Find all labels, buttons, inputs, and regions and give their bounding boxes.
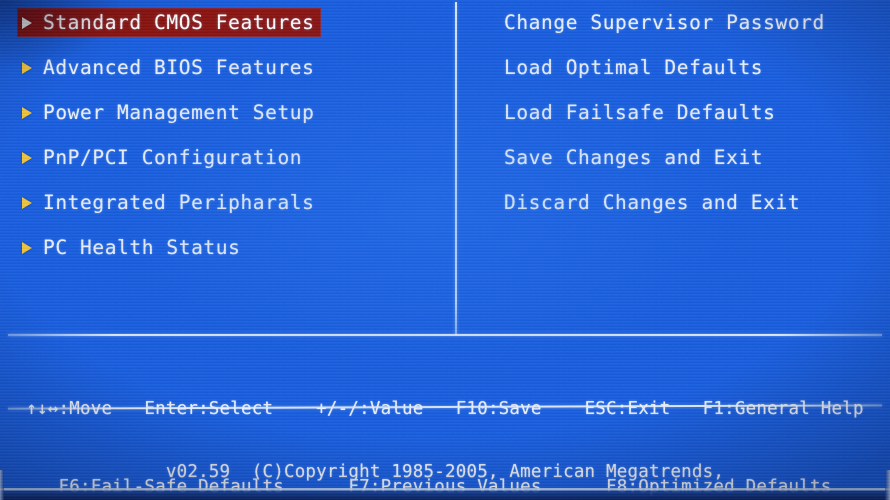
menu-item-save-changes-and-exit[interactable]: Save Changes and Exit (455, 135, 890, 180)
menu-item-label: PC Health Status (43, 236, 241, 259)
menu-item-advanced-bios-features[interactable]: Advanced BIOS Features (0, 45, 455, 90)
menu-item-load-failsafe-defaults[interactable]: Load Failsafe Defaults (455, 90, 890, 135)
vertical-divider (455, 2, 457, 335)
menu-item-label: Load Optimal Defaults (504, 56, 764, 79)
menu-item-integrated-peripharals[interactable]: Integrated Peripharals (0, 180, 455, 225)
screen-bezel-bottom (0, 488, 890, 500)
triangle-right-icon (22, 106, 32, 119)
menu-item-label: PnP/PCI Configuration (43, 146, 303, 169)
triangle-right-icon (22, 241, 32, 254)
menu-item-discard-changes-and-exit[interactable]: Discard Changes and Exit (455, 180, 890, 225)
menu-item-label: Load Failsafe Defaults (504, 101, 776, 124)
menu-item-label: Integrated Peripharals (43, 191, 315, 214)
menu-item-label: Change Supervisor Password (504, 11, 825, 34)
menu-item-label: Save Changes and Exit (504, 146, 764, 169)
triangle-right-icon (22, 16, 32, 29)
menu-item-standard-cmos-features[interactable]: Standard CMOS Features (0, 0, 455, 45)
copyright-text: v02.59 (C)Copyright 1985-2005, American … (165, 462, 725, 482)
horizontal-divider-top (8, 334, 882, 336)
menu-item-label: Advanced BIOS Features (43, 56, 315, 79)
menu-item-label: Discard Changes and Exit (504, 191, 801, 214)
menu-item-load-optimal-defaults[interactable]: Load Optimal Defaults (455, 45, 890, 90)
left-menu-column: Standard CMOS Features Advanced BIOS Fea… (0, 0, 455, 270)
triangle-right-icon (22, 61, 32, 74)
triangle-right-icon (22, 196, 32, 209)
menu-item-label: Power Management Setup (43, 101, 315, 124)
help-line-1: ↑↓↔:Move Enter:Select +/-/:Value F10:Sav… (26, 399, 864, 419)
menu-item-label: Standard CMOS Features (43, 11, 315, 34)
screen-bezel-right (885, 470, 890, 500)
triangle-right-icon (22, 151, 32, 164)
right-menu-column: Change Supervisor Password Load Optimal … (455, 0, 890, 225)
menu-item-power-management-setup[interactable]: Power Management Setup (0, 90, 455, 135)
menu-item-change-supervisor-password[interactable]: Change Supervisor Password (455, 0, 890, 45)
screen-bezel-left (0, 470, 4, 500)
menu-item-pc-health-status[interactable]: PC Health Status (0, 225, 455, 270)
menu-item-pnp-pci-configuration[interactable]: PnP/PCI Configuration (0, 135, 455, 180)
bios-setup-screen: Standard CMOS Features Advanced BIOS Fea… (0, 0, 890, 500)
